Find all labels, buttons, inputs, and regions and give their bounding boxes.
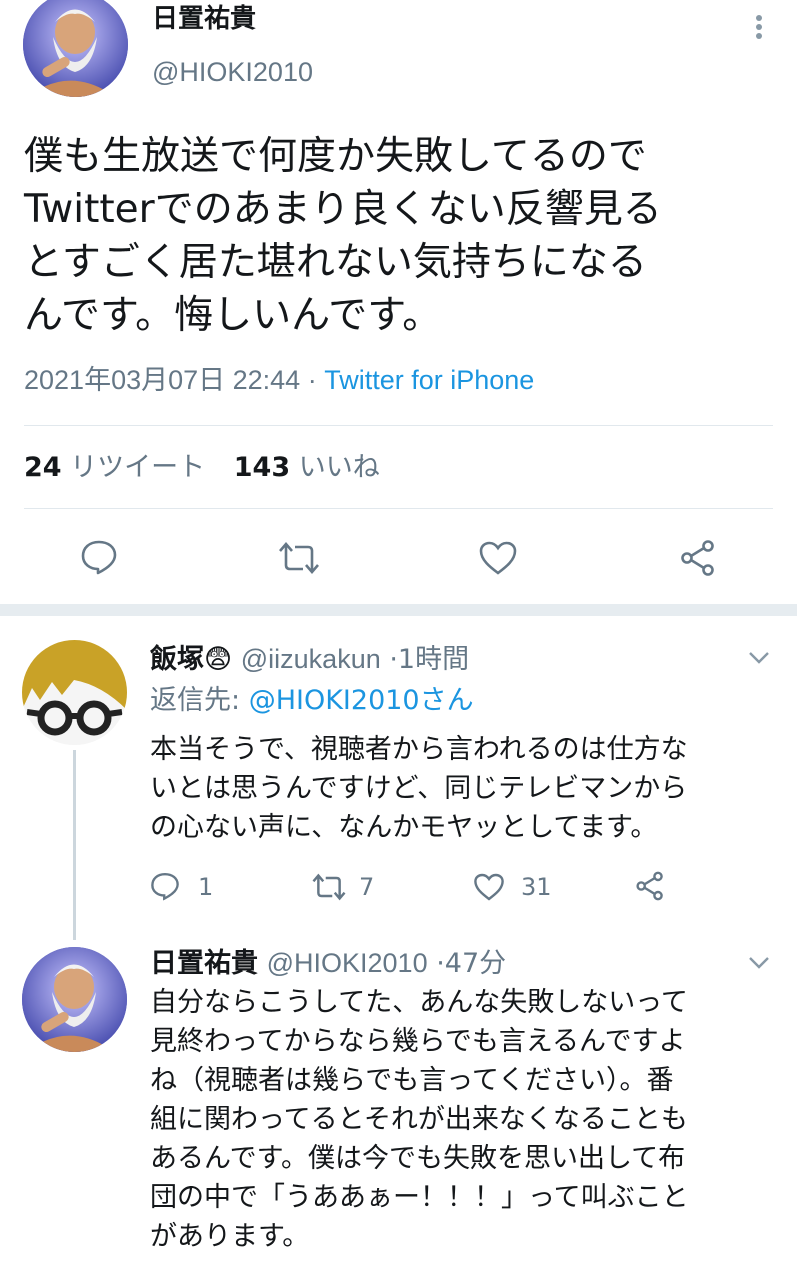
reply-icon[interactable] bbox=[80, 539, 118, 575]
like-count: 143 bbox=[233, 452, 291, 483]
share-icon[interactable] bbox=[678, 540, 718, 576]
reply-to-link[interactable]: @HIOKI2010さん bbox=[249, 685, 474, 716]
chevron-down-icon[interactable] bbox=[748, 955, 770, 974]
tweet-text-line: 僕も生放送で何度か失敗してるので bbox=[24, 134, 647, 179]
like-label: いいね bbox=[298, 452, 380, 483]
tweet-text-line: んです。悔しいんです。 bbox=[24, 293, 442, 338]
reply-icon[interactable] bbox=[150, 871, 180, 901]
reply-text-line: 本当そうで、視聴者から言われるのは仕方な bbox=[150, 734, 688, 765]
meta-separator: · bbox=[436, 948, 445, 979]
like-stat[interactable]: 143 いいね bbox=[234, 452, 380, 483]
reply-to: 返信先: @HIOKI2010さん bbox=[150, 683, 474, 719]
section-separator bbox=[0, 604, 797, 616]
like-icon[interactable] bbox=[478, 540, 518, 576]
meta-separator: · bbox=[389, 644, 398, 675]
share-icon[interactable] bbox=[634, 871, 666, 901]
thread-line bbox=[73, 750, 76, 940]
reply-text-line: ね（視聴者は幾らでも言ってください）。番 bbox=[150, 1065, 674, 1096]
avatar[interactable] bbox=[23, 0, 128, 97]
source-link[interactable]: Twitter for iPhone bbox=[324, 365, 534, 395]
tweet-text-line: Twitterでのあまり良くない反響見る bbox=[24, 187, 662, 232]
meta-separator: · bbox=[307, 365, 317, 395]
glasses-avatar-icon bbox=[22, 640, 127, 745]
reply-text-line: があります。 bbox=[150, 1221, 310, 1252]
display-name[interactable]: 日置祐貴 bbox=[150, 948, 258, 979]
more-options-icon[interactable] bbox=[749, 12, 769, 42]
timestamp[interactable]: 2021年03月07日 22:44 bbox=[24, 365, 300, 395]
retweet-icon[interactable] bbox=[277, 541, 321, 575]
zeus-avatar-icon bbox=[22, 947, 127, 1052]
retweet-count: 24 bbox=[24, 452, 62, 483]
reply-header: 飯塚😨 @iizukakun ·1時間 bbox=[150, 641, 469, 678]
handle[interactable]: @HIOKI2010 bbox=[267, 948, 428, 978]
handle[interactable]: @HIOKI2010 bbox=[152, 55, 313, 89]
reply-text-line: 自分ならこうしてた、あんな失敗しないって bbox=[150, 987, 688, 1018]
handle[interactable]: @iizukakun bbox=[241, 644, 381, 674]
status-emoji: 😨 bbox=[204, 644, 233, 675]
reply-text-line: の心ない声に、なんかモヤッとしてます。 bbox=[150, 812, 658, 843]
chevron-down-icon[interactable] bbox=[748, 650, 770, 669]
avatar[interactable] bbox=[22, 640, 127, 745]
reply-time[interactable]: 1時間 bbox=[398, 644, 469, 675]
reply-text: 自分ならこうしてた、あんな失敗しないって 見終わってからなら幾らでも言えるんです… bbox=[150, 983, 790, 1256]
reply-text-line: 見終わってからなら幾らでも言えるんですよ bbox=[150, 1026, 686, 1057]
zeus-avatar-icon bbox=[23, 0, 128, 97]
like-icon[interactable] bbox=[473, 872, 505, 902]
tweet-text-line: とすごく居た堪れない気持ちになる bbox=[24, 240, 647, 285]
reply-text-line: 団の中で「うああぁー！！！」って叫ぶこと bbox=[150, 1182, 689, 1213]
display-name[interactable]: 飯塚 bbox=[150, 644, 204, 675]
retweet-label: リツイート bbox=[70, 452, 206, 483]
reply-text-line: あるんです。僕は今でも失敗を思い出して布 bbox=[150, 1143, 686, 1174]
retweet-stat[interactable]: 24 リツイート bbox=[24, 452, 214, 483]
reply-text-line: 組に関わってるとそれが出来なくなることも bbox=[150, 1104, 688, 1135]
display-name[interactable]: 日置祐貴 bbox=[152, 6, 256, 32]
avatar[interactable] bbox=[22, 947, 127, 1052]
retweet-icon[interactable] bbox=[311, 873, 347, 901]
reply-to-label: 返信先: bbox=[150, 685, 241, 716]
reply-text: 本当そうで、視聴者から言われるのは仕方な いとは思うんですけど、同じテレビマンか… bbox=[150, 730, 790, 847]
tweet-text: 僕も生放送で何度か失敗してるので Twitterでのあまり良くない反響見る とす… bbox=[24, 130, 784, 342]
divider bbox=[24, 508, 773, 509]
divider bbox=[24, 425, 773, 426]
reply-count: 1 bbox=[198, 873, 214, 901]
engagement-stats: 24 リツイート 143 いいね bbox=[24, 450, 380, 486]
tweet-meta: 2021年03月07日 22:44 · Twitter for iPhone bbox=[24, 362, 534, 398]
like-count: 31 bbox=[521, 873, 552, 901]
retweet-count: 7 bbox=[359, 873, 375, 901]
reply-text-line: いとは思うんですけど、同じテレビマンから bbox=[150, 773, 688, 804]
reply-time[interactable]: 47分 bbox=[445, 948, 506, 979]
reply-header: 日置祐貴 @HIOKI2010 ·47分 bbox=[150, 945, 506, 982]
